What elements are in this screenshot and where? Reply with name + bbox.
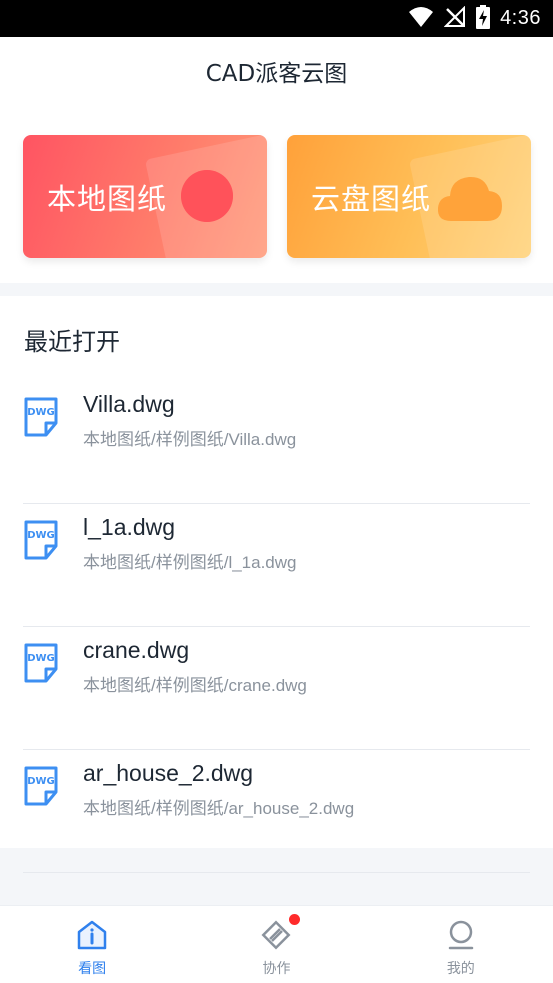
local-drawings-card[interactable]: 本地图纸 — [23, 135, 267, 258]
nav-tab-view[interactable]: 看图 — [0, 906, 184, 983]
home-view-icon — [76, 919, 108, 951]
status-time: 4:36 — [500, 7, 541, 29]
recent-file-list: DWG Villa.dwg 本地图纸/样例图纸/Villa.dwg DWG l_… — [0, 381, 553, 873]
wifi-icon — [408, 6, 434, 32]
dwg-file-icon: DWG — [23, 520, 59, 560]
nav-tab-mine[interactable]: 我的 — [369, 906, 553, 983]
file-name: crane.dwg — [83, 637, 190, 663]
svg-text:DWG: DWG — [27, 530, 55, 541]
dwg-file-icon: DWG — [23, 397, 59, 437]
collaborate-icon — [260, 914, 301, 951]
svg-text:DWG: DWG — [27, 653, 55, 664]
entry-cards: 本地图纸 云盘图纸 — [0, 107, 553, 283]
file-name: l_1a.dwg — [83, 514, 176, 540]
battery-charging-icon — [476, 4, 491, 33]
file-name: ar_house_2.dwg — [83, 760, 254, 786]
local-drawings-label: 本地图纸 — [47, 181, 168, 216]
file-path: 本地图纸/样例图纸/ar_house_2.dwg — [83, 799, 355, 818]
record-circle-icon — [181, 170, 233, 226]
nav-label: 看图 — [78, 961, 107, 977]
file-path: 本地图纸/样例图纸/crane.dwg — [83, 676, 307, 695]
profile-icon — [445, 919, 477, 951]
recent-section: 最近打开 DWG Villa.dwg 本地图纸/样例图纸/Villa.dwg D… — [0, 296, 553, 873]
page-title: CAD派客云图 — [205, 61, 348, 87]
svg-text:DWG: DWG — [27, 407, 55, 418]
file-name: Villa.dwg — [83, 391, 175, 417]
notification-badge — [289, 914, 301, 925]
svg-text:DWG: DWG — [27, 776, 55, 787]
recent-title: 最近打开 — [24, 328, 120, 356]
dwg-file-icon: DWG — [23, 766, 59, 806]
cloud-drawings-card[interactable]: 云盘图纸 — [287, 135, 531, 258]
status-bar: 4:36 — [0, 0, 553, 37]
file-list-item[interactable]: DWG Villa.dwg 本地图纸/样例图纸/Villa.dwg — [0, 381, 553, 504]
status-icons: 4:36 — [408, 0, 541, 37]
app-header: CAD派客云图 — [0, 37, 553, 107]
file-list-item[interactable]: DWG crane.dwg 本地图纸/样例图纸/crane.dwg — [0, 627, 553, 750]
nav-tab-collaborate[interactable]: 协作 — [184, 906, 368, 983]
file-list-item[interactable]: DWG l_1a.dwg 本地图纸/样例图纸/l_1a.dwg — [0, 504, 553, 627]
signal-off-icon — [443, 5, 466, 32]
bottom-nav: 看图 协作 我的 — [0, 905, 553, 983]
nav-label: 协作 — [262, 961, 291, 977]
nav-label: 我的 — [446, 961, 475, 977]
file-list-item[interactable]: DWG ar_house_2.dwg 本地图纸/样例图纸/ar_house_2.… — [0, 750, 553, 873]
file-path: 本地图纸/样例图纸/Villa.dwg — [83, 430, 297, 449]
dwg-file-icon: DWG — [23, 643, 59, 683]
cloud-drawings-label: 云盘图纸 — [311, 181, 432, 216]
file-path: 本地图纸/样例图纸/l_1a.dwg — [83, 553, 297, 572]
cloud-icon — [437, 173, 503, 227]
